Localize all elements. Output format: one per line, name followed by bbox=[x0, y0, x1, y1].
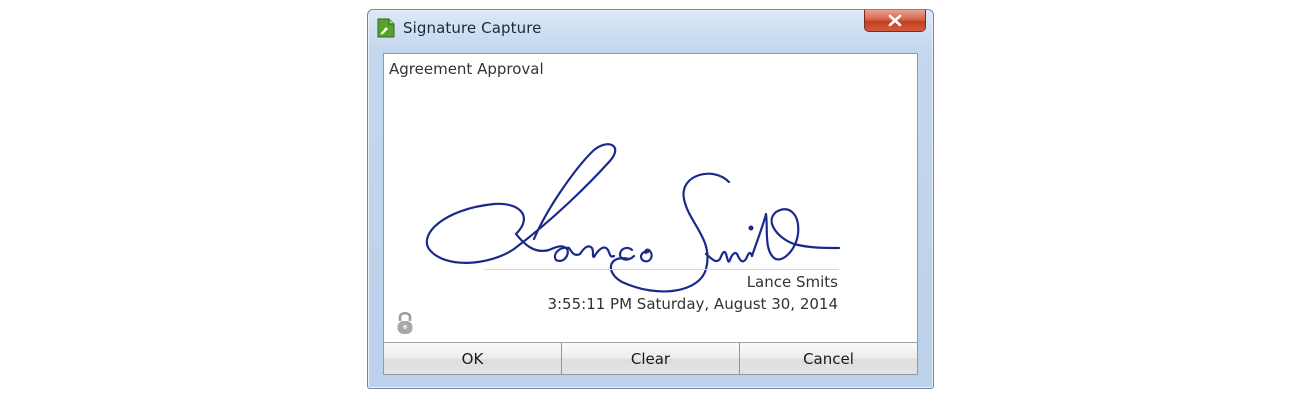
signer-name: Lance Smits bbox=[746, 273, 838, 291]
lock-icon bbox=[396, 309, 414, 337]
close-icon bbox=[888, 14, 902, 27]
clear-button[interactable]: Clear bbox=[562, 343, 740, 374]
cancel-button[interactable]: Cancel bbox=[740, 343, 917, 374]
document-pen-icon bbox=[377, 18, 395, 38]
window-title: Signature Capture bbox=[403, 19, 542, 37]
signature-capture-window: Signature Capture Agreement Approval Lan… bbox=[367, 9, 934, 389]
title-bar[interactable]: Signature Capture bbox=[368, 10, 933, 48]
form-caption: Agreement Approval bbox=[389, 60, 544, 78]
close-button[interactable] bbox=[864, 10, 926, 32]
signature-timestamp: 3:55:11 PM Saturday, August 30, 2014 bbox=[547, 295, 838, 313]
button-bar: OK Clear Cancel bbox=[384, 342, 917, 374]
ok-button[interactable]: OK bbox=[384, 343, 562, 374]
signature-baseline bbox=[484, 269, 839, 270]
signature-form: Agreement Approval Lance Smits 3:55:11 P… bbox=[383, 53, 918, 375]
